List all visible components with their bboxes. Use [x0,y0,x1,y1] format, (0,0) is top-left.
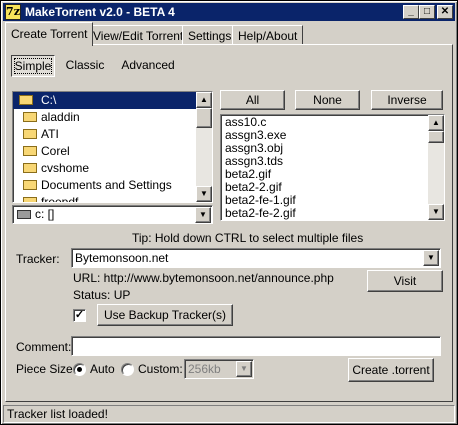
custom-size-select[interactable]: 256kb ▼ [184,359,254,379]
app-window: 7z MakeTorrent v2.0 - BETA 4 _ □ ✕ Creat… [0,0,458,425]
auto-radio[interactable] [73,363,86,376]
custom-radio-label[interactable]: Custom: [138,362,183,376]
mode-classic-button[interactable]: Classic [59,55,111,77]
folder-icon [23,197,37,202]
minimize-button[interactable]: _ [403,5,419,19]
scroll-up-icon[interactable]: ▲ [196,92,212,108]
tracker-dropdown-icon[interactable]: ▼ [423,250,439,266]
tracker-url: URL: http://www.bytemonsoon.net/announce… [73,271,334,285]
title-bar[interactable]: 7z MakeTorrent v2.0 - BETA 4 _ □ ✕ [3,3,455,21]
comment-label: Comment: [16,340,72,354]
folder-label: ATI [41,127,59,141]
window-title: MakeTorrent v2.0 - BETA 4 [25,5,175,19]
folder-item[interactable]: freepdf [13,194,212,203]
status-bar: Tracker list loaded! [3,405,455,423]
folder-item[interactable]: Corel [13,143,212,160]
tab-help-about[interactable]: Help/About [232,25,304,45]
scroll-down-icon[interactable]: ▼ [196,186,212,202]
file-item[interactable]: beta2-fe-2.gif [221,207,444,220]
folder-tree-list[interactable]: C:\ aladdin ATI Corel cvshome Documents … [12,91,213,203]
auto-radio-label[interactable]: Auto [90,362,115,376]
tracker-select[interactable]: Bytemonsoon.net ▼ [71,248,441,268]
scroll-thumb[interactable] [428,131,444,143]
tracker-label: Tracker: [16,252,60,266]
comment-input[interactable] [71,336,441,356]
custom-radio[interactable] [121,363,134,376]
create-torrent-button[interactable]: Create .torrent [348,358,434,382]
tip-text: Tip: Hold down CTRL to select multiple f… [132,231,364,245]
tab-create-torrent[interactable]: Create Torrent [5,22,94,46]
drive-select[interactable]: c: [] ▼ [12,205,213,224]
folder-root-label: C:\ [41,93,57,107]
folder-label: freepdf [41,195,79,203]
maximize-button[interactable]: □ [419,5,435,19]
app-logo-icon: 7z [5,4,21,20]
scroll-down-icon[interactable]: ▼ [428,204,444,220]
select-none-button[interactable]: None [295,90,360,110]
open-folder-icon [19,95,33,105]
folder-label: aladdin [41,110,80,124]
drive-icon [17,210,31,219]
close-button[interactable]: ✕ [437,5,453,19]
folder-label: Corel [41,144,70,158]
tab-view-edit-torrent[interactable]: View/Edit Torrent [87,25,190,45]
backup-tracker-checkbox[interactable]: ✓ [73,309,86,322]
tracker-value: Bytemonsoon.net [75,251,169,265]
mode-advanced-button[interactable]: Advanced [115,55,181,77]
folder-icon [23,146,37,156]
drive-dropdown-icon[interactable]: ▼ [195,207,211,223]
folder-icon [23,112,37,122]
mode-simple-button[interactable]: Simple [11,55,55,77]
select-inverse-button[interactable]: Inverse [371,90,443,110]
drive-value: c: [] [35,207,55,221]
folder-icon [23,180,37,190]
file-list[interactable]: ass10.c assgn3.exe assgn3.obj assgn3.tds… [220,114,445,221]
folder-root-item[interactable]: C:\ [13,92,212,109]
use-backup-tracker-button[interactable]: Use Backup Tracker(s) [97,304,233,326]
folder-label: Documents and Settings [41,178,172,192]
folder-item[interactable]: ATI [13,126,212,143]
tracker-status: Status: UP [73,288,131,302]
visit-button[interactable]: Visit [367,270,443,292]
folder-item[interactable]: Documents and Settings [13,177,212,194]
select-all-button[interactable]: All [220,90,285,110]
custom-size-dropdown-icon[interactable]: ▼ [236,361,252,377]
folder-label: cvshome [41,161,90,175]
folder-item[interactable]: cvshome [13,160,212,177]
folder-scrollbar[interactable]: ▲ ▼ [196,92,212,202]
file-scrollbar[interactable]: ▲ ▼ [428,115,444,220]
custom-size-value: 256kb [188,362,221,376]
piece-size-label: Piece Size: [16,362,77,376]
scroll-up-icon[interactable]: ▲ [428,115,444,131]
folder-icon [23,129,37,139]
scroll-thumb[interactable] [196,108,212,128]
tab-settings[interactable]: Settings [182,25,238,45]
folder-item[interactable]: aladdin [13,109,212,126]
folder-icon [23,163,37,173]
